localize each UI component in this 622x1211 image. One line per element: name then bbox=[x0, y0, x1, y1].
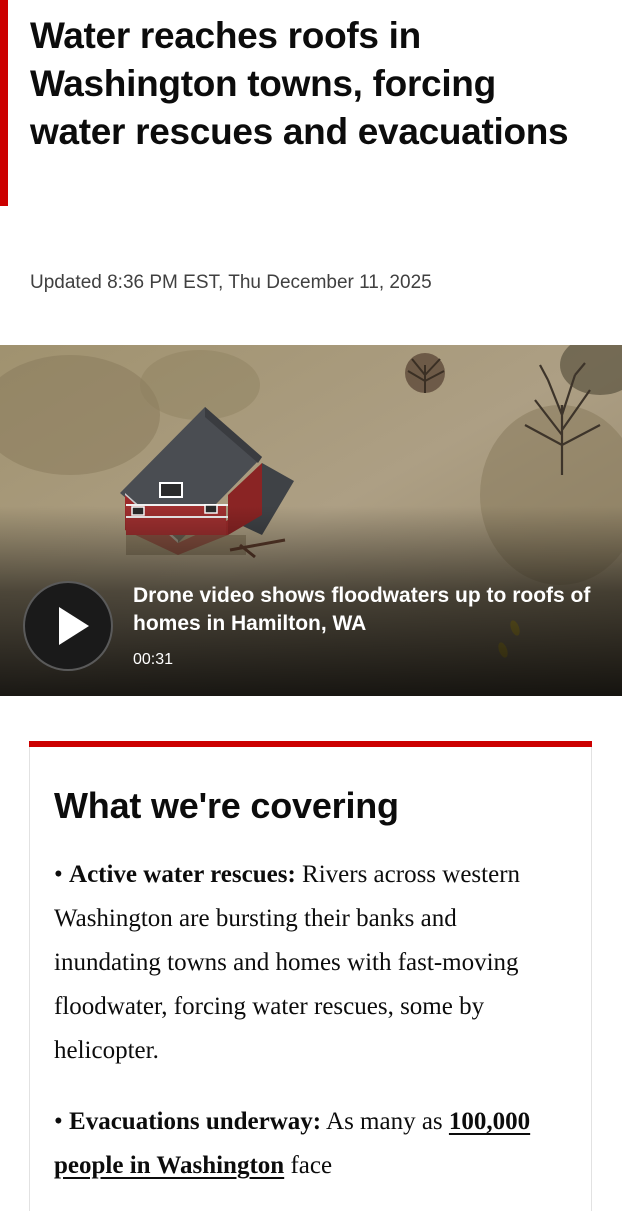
bullet-text: As many as bbox=[321, 1108, 449, 1135]
bullet-text: Rivers across western Washington are bur… bbox=[54, 861, 521, 1064]
bullet-heading: Evacuations underway: bbox=[69, 1108, 322, 1135]
covering-bullet-rescues: • Active water rescues: Rivers across we… bbox=[54, 853, 564, 1073]
bullet-marker: • bbox=[54, 861, 63, 888]
covering-bullet-evacuations: • Evacuations underway: As many as 100,0… bbox=[54, 1100, 564, 1188]
headline: Water reaches roofs in Washington towns,… bbox=[30, 15, 569, 152]
video-duration: 00:31 bbox=[133, 651, 174, 668]
video-player[interactable]: Drone video shows floodwaters up to roof… bbox=[0, 345, 622, 696]
video-title[interactable]: Drone video shows floodwaters up to roof… bbox=[133, 582, 593, 638]
covering-title: What we're covering bbox=[54, 785, 399, 826]
bullet-heading: Active water rescues: bbox=[69, 861, 296, 888]
play-icon bbox=[59, 607, 89, 645]
headline-accent-bar bbox=[0, 0, 8, 206]
bullet-marker: • bbox=[54, 1108, 63, 1135]
covering-accent-bar bbox=[29, 741, 592, 747]
timestamp: Updated 8:36 PM EST, Thu December 11, 20… bbox=[30, 272, 432, 293]
play-button[interactable] bbox=[23, 581, 113, 671]
bullet-text-after: face bbox=[284, 1152, 333, 1179]
